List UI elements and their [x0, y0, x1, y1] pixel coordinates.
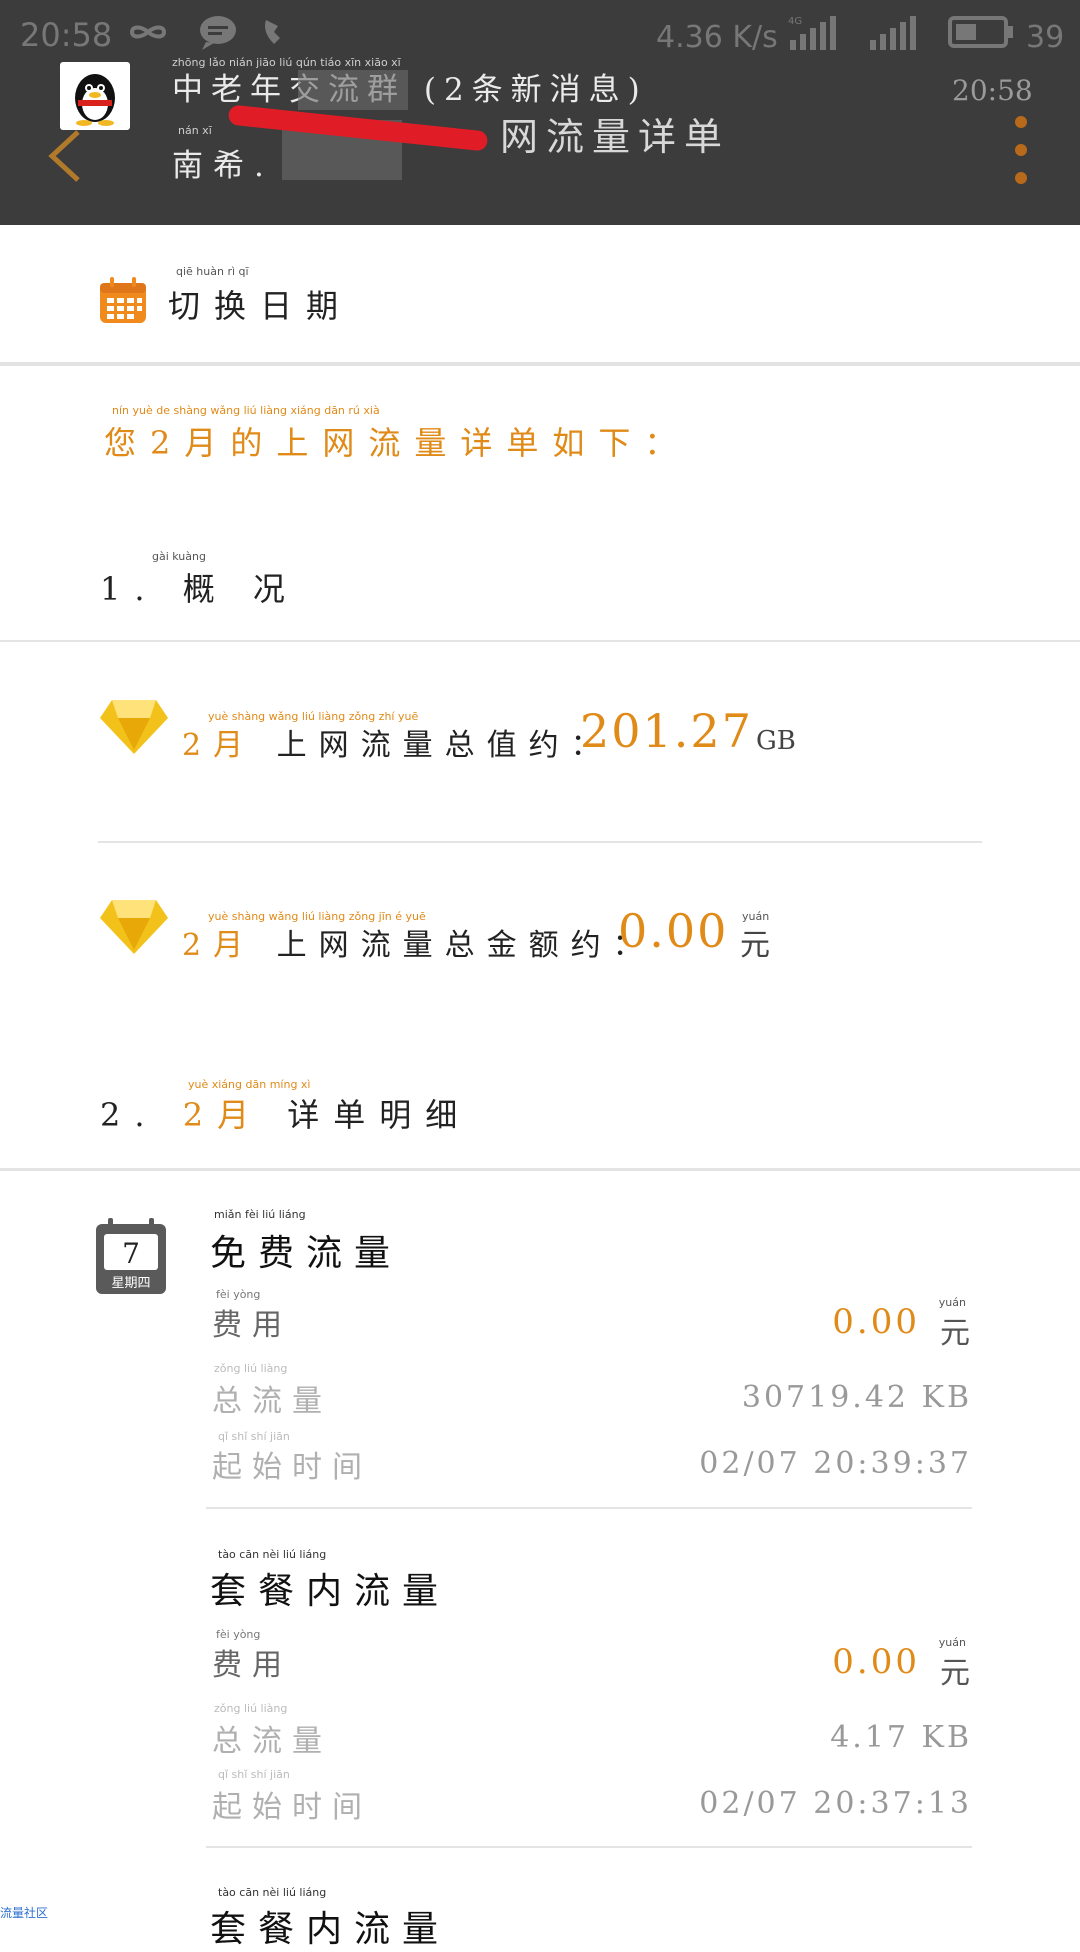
- overview-heading-pinyin: gài kuàng: [152, 550, 206, 563]
- details-heading-month: 2月: [182, 1096, 264, 1134]
- usage-label: 上网流量总值约：: [276, 728, 613, 763]
- battery-level: 39: [1026, 20, 1065, 55]
- divider: [0, 1168, 1080, 1171]
- total-label: 总流量: [212, 1384, 332, 1419]
- fee-value: 0.00: [832, 1642, 920, 1682]
- more-dots-icon[interactable]: [1010, 112, 1032, 192]
- item-title: 套餐内流量: [210, 1909, 451, 1950]
- item-title-pinyin: tào cān nèi liú liáng: [218, 1548, 327, 1561]
- status-bar: 20:58 4.36 K/s 4G 39: [0, 0, 1080, 70]
- amount-unit: 元: [740, 928, 770, 963]
- start-label-pinyin: qǐ shǐ shí jiān: [218, 1768, 290, 1781]
- details-heading: 2. 2月 详单明细: [100, 1090, 471, 1136]
- item-title: 免费流量: [210, 1233, 403, 1274]
- total-label: 总流量: [212, 1724, 332, 1759]
- usage-value: 201.27: [580, 704, 753, 758]
- divider: [206, 1846, 972, 1848]
- start-time-value: 02/07 20:37:13: [699, 1786, 972, 1821]
- infinity-icon: [129, 25, 167, 39]
- fee-label: 费用: [212, 1648, 292, 1683]
- fee-unit: 元: [940, 1316, 970, 1351]
- switch-date-row[interactable]: qiē huàn rì qī 切换日期: [0, 225, 1080, 363]
- details-heading-label: 详单明细: [287, 1096, 472, 1134]
- fee-value: 0.00: [832, 1302, 920, 1342]
- qq-avatar: [60, 62, 130, 130]
- usage-month: 2月: [182, 728, 256, 763]
- day-badge: 7 星期四: [96, 1218, 166, 1294]
- divider: [98, 841, 982, 843]
- amount-label: 上网流量总金额约：: [276, 928, 655, 963]
- battery-icon: [948, 16, 1013, 48]
- diamond-icon: [100, 900, 168, 954]
- switch-date-pinyin: qiē huàn rì qī: [176, 265, 249, 278]
- divider: [206, 1507, 972, 1509]
- weekday: 星期四: [111, 1276, 150, 1291]
- qq-penguin-icon: [75, 74, 115, 126]
- signal-icon: [870, 16, 916, 50]
- amount-value: 0.00: [618, 904, 729, 958]
- divider: [0, 362, 1080, 366]
- fee-label: 费用: [212, 1308, 292, 1343]
- usage-unit: GB: [756, 726, 796, 756]
- details-heading-prefix: 2.: [100, 1096, 159, 1134]
- start-time-label: 起始时间: [212, 1450, 372, 1485]
- net-speed: 4.36 K/s: [656, 20, 778, 55]
- start-time-label: 起始时间: [212, 1790, 372, 1825]
- switch-date-label[interactable]: 切换日期: [168, 281, 352, 327]
- calendar-icon: [100, 277, 146, 323]
- item-title-pinyin: miǎn fèi liú liáng: [214, 1208, 306, 1221]
- notification-time: 20:58: [952, 74, 1033, 107]
- redaction-blur: [298, 70, 408, 110]
- amount-label-row: 2月 上网流量总金额约：: [182, 920, 655, 964]
- notification-sender: 南希.: [172, 148, 274, 184]
- item-title: 套餐内流量: [210, 1571, 451, 1612]
- headline: 您2月的上网流量详单如下：: [104, 424, 691, 462]
- item-title-pinyin: tào cān nèi liú liáng: [218, 1886, 327, 1899]
- back-arrow-icon[interactable]: [44, 128, 88, 184]
- fee-unit: 元: [940, 1656, 970, 1691]
- total-value: 30719.42 KB: [741, 1380, 972, 1415]
- total-label-pinyin: zǒng liú liàng: [214, 1702, 288, 1715]
- network-type: 4G: [788, 16, 802, 27]
- total-label-pinyin: zǒng liú liàng: [214, 1362, 288, 1375]
- usage-label-row: 2月 上网流量总值约：: [182, 720, 613, 764]
- watermark: 流量社区: [0, 1906, 49, 1920]
- phone-icon: [265, 20, 280, 44]
- diamond-icon: [100, 700, 168, 754]
- amount-month: 2月: [182, 928, 256, 963]
- divider: [0, 640, 1080, 642]
- sender-pinyin: nán xī: [178, 124, 212, 137]
- overview-heading: 1. 概 况: [100, 570, 299, 608]
- notification-title[interactable]: 中老年交流群 (2条新消息): [172, 64, 648, 109]
- headline-pinyin: nín yuè de shàng wǎng liú liàng xiáng dā…: [112, 404, 380, 417]
- status-time: 20:58: [20, 16, 113, 54]
- total-value: 4.17 KB: [830, 1720, 972, 1755]
- notification-overlay[interactable]: 20:58 4.36 K/s 4G 39 网流量详单 zhōng lǎo niá…: [0, 0, 1080, 225]
- app-bar-title: 网流量详单: [500, 115, 731, 159]
- start-time-value: 02/07 20:39:37: [699, 1446, 972, 1481]
- chat-bubble-icon: [200, 16, 236, 50]
- signal-icon: 4G: [788, 16, 836, 50]
- day-number: 7: [122, 1237, 140, 1270]
